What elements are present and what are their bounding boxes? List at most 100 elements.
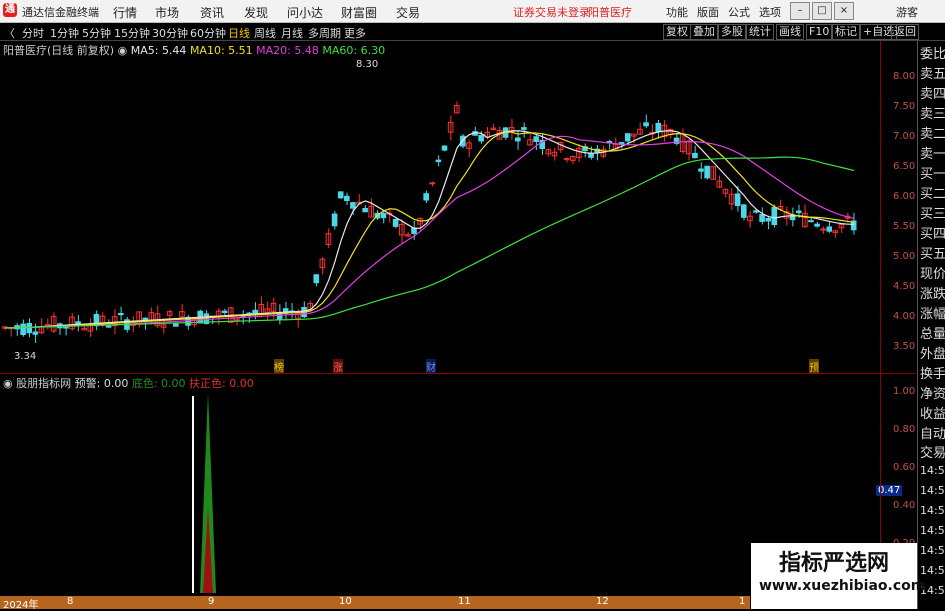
quote-label: 涨幅 — [920, 307, 945, 322]
candle-body — [698, 168, 704, 172]
event-tag[interactable]: 财 — [426, 359, 436, 374]
tab-multi-period[interactable]: 多周期 — [308, 25, 341, 41]
price-tick: 7.50 — [893, 101, 916, 112]
high-price-marker: 8.30 — [356, 59, 379, 70]
current-stock-name: 阳普医疗 — [588, 6, 632, 19]
candle-body — [624, 133, 631, 142]
menu-faxian[interactable]: 发现 — [244, 4, 268, 21]
candle-body — [734, 193, 741, 207]
tab-60min[interactable]: 60分钟 — [190, 25, 226, 41]
auto-trade-label[interactable]: 自动 — [920, 423, 945, 442]
candle-body — [435, 159, 442, 163]
x-tick: 11 — [458, 596, 471, 607]
quote-label: 买二 — [920, 187, 945, 202]
quote-label: 现价 — [920, 267, 945, 282]
menu-jiaoyi[interactable]: 交易 — [396, 4, 420, 21]
x-tick: 8 — [67, 596, 74, 607]
x-tick: 9 — [208, 596, 215, 607]
chevron-left-icon[interactable]: 〈 — [4, 25, 15, 41]
tab-1min[interactable]: 1分钟 — [50, 25, 79, 41]
auto-trade-label[interactable]: 交易 — [920, 442, 945, 461]
tool-banmian[interactable]: 版面 — [697, 4, 719, 20]
candle-body — [808, 220, 814, 223]
menu-caifuquan[interactable]: 财富圈 — [341, 4, 377, 21]
tab-15min[interactable]: 15分钟 — [114, 25, 150, 41]
watermark-banner: 指标严选网 www.xuezhibiao.com — [751, 543, 925, 609]
event-tag[interactable]: 预 — [809, 359, 819, 374]
tool-gongneng[interactable]: 功能 — [666, 4, 688, 20]
button-biaoji[interactable]: 标记 — [832, 24, 860, 40]
candle-body — [173, 323, 179, 327]
event-tag[interactable]: 榜 — [274, 359, 284, 374]
menu-hangqing[interactable]: 行情 — [113, 4, 137, 21]
period-tab-bar: 〈 分时 1分钟 5分钟 15分钟 30分钟 60分钟 日线 周线 月线 多周期… — [0, 23, 945, 41]
button-tongji[interactable]: 统计 — [746, 24, 774, 40]
candle-body — [765, 217, 772, 222]
price-tick: 5.00 — [893, 251, 916, 262]
trade-login-alert[interactable]: 证券交易未登录 — [513, 4, 590, 20]
maximize-icon[interactable]: □ — [812, 2, 832, 20]
candle-body — [692, 152, 698, 159]
price-tick: 4.00 — [893, 311, 916, 322]
quote-label: 总量 — [920, 327, 945, 342]
menu-shichang[interactable]: 市场 — [155, 4, 179, 21]
menu-zixun[interactable]: 资讯 — [200, 4, 224, 21]
tab-weekly[interactable]: 周线 — [254, 25, 276, 41]
candle-body — [533, 136, 539, 142]
button-duogu[interactable]: 多股 — [718, 24, 746, 40]
tool-xuanxiang[interactable]: 选项 — [759, 4, 781, 20]
tab-monthly[interactable]: 月线 — [281, 25, 303, 41]
candle-body — [331, 213, 338, 227]
trade-time: 14:56 — [920, 484, 945, 497]
user-label[interactable]: 游客 — [896, 4, 918, 20]
candlestick-chart[interactable] — [0, 41, 880, 373]
indicator-chart[interactable] — [0, 388, 880, 593]
candle-body — [105, 325, 112, 328]
price-tick: 4.50 — [893, 281, 916, 292]
candle-body — [380, 212, 387, 219]
menu-bar: 通 通达信金融终端 行情 市场 资讯 发现 问小达 财富圈 交易 证券交易未登录… — [0, 0, 945, 23]
candle-body — [20, 323, 26, 336]
sub-tick: 0.80 — [893, 424, 916, 435]
close-icon[interactable]: × — [834, 2, 854, 20]
candle-body — [118, 312, 124, 316]
quote-label: 换手 — [920, 367, 945, 382]
trade-time: 14:56 — [920, 524, 945, 537]
button-f10[interactable]: F10 — [806, 24, 833, 40]
ma-line-ma60 — [5, 156, 855, 329]
minimize-icon[interactable]: – — [790, 2, 810, 20]
tab-30min[interactable]: 30分钟 — [152, 25, 188, 41]
tab-5min[interactable]: 5分钟 — [82, 25, 111, 41]
candle-body — [814, 223, 820, 227]
price-tick: 3.50 — [893, 341, 916, 352]
watermark-title: 指标严选网 — [779, 551, 890, 576]
event-tag[interactable]: 涨 — [333, 359, 343, 374]
menu-wenxiaoda[interactable]: 问小达 — [287, 4, 323, 21]
panel-divider — [0, 373, 915, 374]
price-tick: 5.50 — [893, 221, 916, 232]
button-huaxian[interactable]: 画线 — [776, 24, 804, 40]
price-tick: 6.50 — [893, 161, 916, 172]
quote-side-panel: 委比 卖五 卖四 卖三 卖二 卖一 买一 买二 买三 买四 买五 现价 涨跌 涨… — [917, 41, 945, 609]
quote-label: 买三 — [920, 207, 945, 222]
candle-body — [441, 145, 448, 151]
quote-label: 涨跌 — [920, 287, 945, 302]
candle-body — [588, 152, 594, 158]
quote-label: 买五 — [920, 247, 945, 262]
tab-daily[interactable]: 日线 — [228, 25, 250, 41]
trade-time: 14:56 — [920, 564, 945, 577]
button-diejia[interactable]: 叠加 — [690, 24, 718, 40]
candle-body — [826, 226, 833, 232]
time-axis: 2024年 8 9 10 11 12 1 — [0, 596, 750, 611]
candle-body — [337, 191, 344, 199]
candle-body — [655, 122, 662, 133]
button-fuquan[interactable]: 复权 — [663, 24, 691, 40]
tab-more[interactable]: 更多 — [344, 25, 366, 41]
tab-fenshi[interactable]: 分时 — [22, 25, 44, 41]
ma-line-ma10 — [5, 131, 855, 329]
candle-body — [362, 208, 368, 213]
tool-gongshi[interactable]: 公式 — [728, 4, 750, 20]
candle-body — [643, 122, 649, 127]
candle-body — [392, 218, 399, 227]
button-fanhui[interactable]: 返回 — [891, 24, 919, 40]
